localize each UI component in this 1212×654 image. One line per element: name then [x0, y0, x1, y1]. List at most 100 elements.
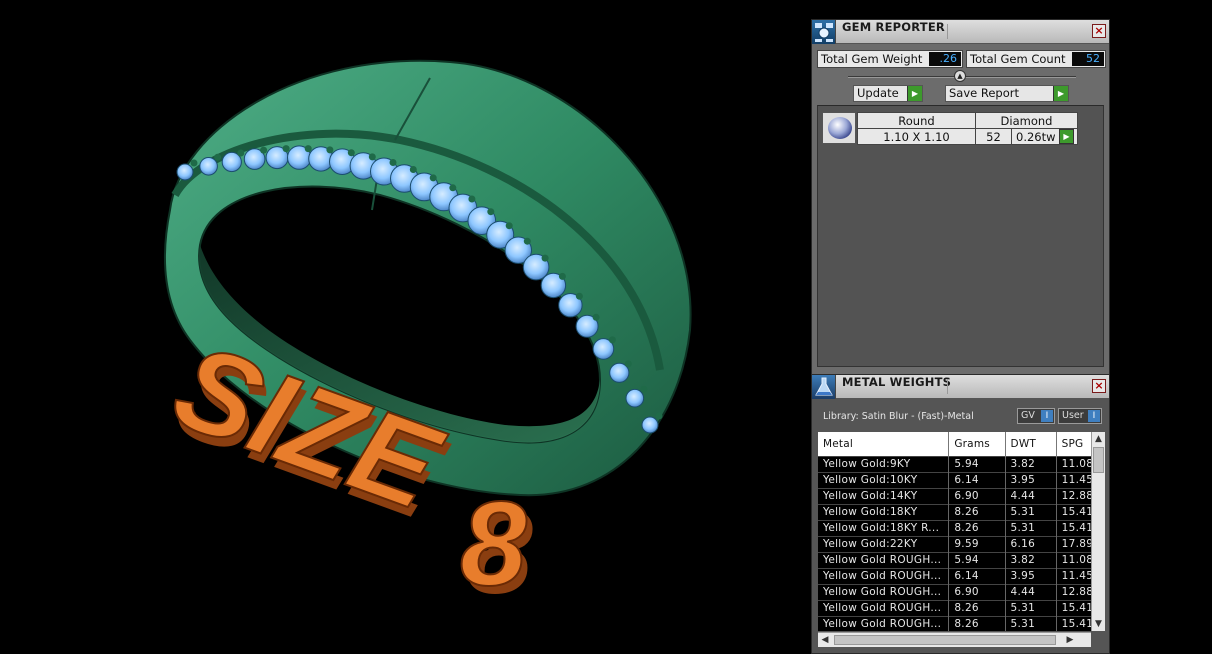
prong: [624, 360, 632, 368]
play-arrow-icon: ▶: [1053, 86, 1068, 101]
metal-weights-panel: METAL WEIGHTS × Library: Satin Blur - (F…: [811, 374, 1110, 654]
total-gem-weight-field: Total Gem Weight .26: [817, 50, 963, 68]
scroll-up-icon[interactable]: ▲: [1092, 432, 1105, 446]
round-diamond-icon: [828, 117, 852, 139]
table-cell-grams: 5.94: [948, 551, 1006, 568]
table-cell-grams: 6.90: [948, 487, 1006, 504]
gem-stone: [199, 157, 218, 176]
prong: [347, 149, 355, 157]
user-label: User: [1062, 410, 1084, 421]
prong: [282, 145, 290, 153]
prong: [326, 146, 334, 154]
gem-entry-table[interactable]: Round Diamond 1.10 X 1.10 52 0.26tw: [857, 112, 1078, 145]
table-row[interactable]: Yellow Gold ROUGH... 8.26 5.31 15.41: [818, 599, 1104, 616]
update-button-label: Update: [857, 86, 899, 100]
prong: [368, 153, 376, 161]
table-cell-grams: 5.94: [948, 455, 1006, 472]
scroll-left-icon[interactable]: ◀: [818, 633, 832, 647]
size-number: 8: [460, 477, 527, 611]
table-cell-metal: Yellow Gold:14KY: [818, 487, 950, 504]
table-cell-dwt: 3.95: [1005, 567, 1057, 584]
gv-label: GV: [1021, 410, 1035, 421]
table-cell-grams: 9.59: [948, 535, 1006, 552]
table-row[interactable]: Yellow Gold ROUGH... 6.14 3.95 11.45: [818, 567, 1104, 584]
metal-weights-titlebar[interactable]: METAL WEIGHTS ×: [812, 375, 1109, 399]
horizontal-scrollbar[interactable]: ◀ ▶: [818, 632, 1091, 647]
table-cell-grams: 8.26: [948, 599, 1006, 616]
table-row[interactable]: Yellow Gold ROUGH... 5.94 3.82 11.08: [818, 551, 1104, 568]
gem-stone: [176, 163, 194, 181]
scroll-right-icon[interactable]: ▶: [1063, 633, 1077, 647]
gem-size: 1.10 X 1.10: [857, 128, 976, 145]
gem-reporter-titlebar[interactable]: GEM REPORTER ×: [812, 20, 1109, 44]
table-cell-grams: 6.90: [948, 583, 1006, 600]
table-cell-dwt: 5.31: [1005, 615, 1057, 631]
gem-reporter-icon: [812, 20, 836, 44]
save-report-button-label: Save Report: [949, 86, 1020, 100]
prong: [558, 272, 566, 280]
table-row[interactable]: Yellow Gold ROUGH... 6.90 4.44 12.88: [818, 583, 1104, 600]
column-header-dwt[interactable]: DWT: [1005, 432, 1057, 456]
vertical-scrollbar[interactable]: ▲ ▼: [1091, 432, 1105, 631]
prong: [608, 336, 616, 344]
table-row[interactable]: Yellow Gold:14KY 6.90 4.44 12.88: [818, 487, 1104, 504]
table-row[interactable]: Yellow Gold:10KY 6.14 3.95 11.45: [818, 471, 1104, 488]
scroll-down-icon[interactable]: ▼: [1092, 617, 1105, 631]
table-row[interactable]: Yellow Gold:22KY 9.59 6.16 17.89: [818, 535, 1104, 552]
table-cell-metal: Yellow Gold ROUGH...: [818, 599, 950, 616]
table-cell-grams: 8.26: [948, 503, 1006, 520]
metal-weights-table[interactable]: Metal Grams DWT SPG Yellow Gold:9KY 5.94 3.82…: [818, 432, 1104, 631]
table-cell-metal: Yellow Gold:22KY: [818, 535, 950, 552]
gem-select-arrow-icon[interactable]: ▶: [1059, 129, 1074, 144]
table-cell-grams: 8.26: [948, 519, 1006, 536]
column-header-grams[interactable]: Grams: [948, 432, 1006, 456]
table-row[interactable]: Yellow Gold:18KY 8.26 5.31 15.41: [818, 503, 1104, 520]
gem-thumbnail[interactable]: [822, 112, 856, 144]
gem-shape: Round: [857, 112, 976, 129]
library-label: Library: Satin Blur - (Fast)-Metal: [823, 411, 974, 422]
update-button[interactable]: Update ▶: [853, 85, 923, 102]
prong: [214, 153, 222, 161]
splitter-handle-icon[interactable]: ▲: [954, 70, 966, 82]
table-cell-dwt: 5.31: [1005, 599, 1057, 616]
table-cell-metal: Yellow Gold:18KY R...: [818, 519, 950, 536]
gv-toggle[interactable]: GV I: [1017, 408, 1055, 424]
table-cell-metal: Yellow Gold:10KY: [818, 471, 950, 488]
titlebar-grip: [947, 24, 1087, 39]
table-cell-dwt: 3.82: [1005, 455, 1057, 472]
column-header-metal[interactable]: Metal: [818, 432, 950, 456]
metal-weights-title: METAL WEIGHTS: [842, 375, 952, 389]
save-report-button[interactable]: Save Report ▶: [945, 85, 1069, 102]
prong: [505, 222, 513, 230]
table-row[interactable]: Yellow Gold ROUGH... 8.26 5.31 15.41: [818, 615, 1104, 631]
total-gem-count-field: Total Gem Count 52: [966, 50, 1106, 68]
close-icon[interactable]: ×: [1092, 379, 1106, 393]
close-icon[interactable]: ×: [1092, 24, 1106, 38]
table-cell-dwt: 6.16: [1005, 535, 1057, 552]
total-gem-weight-value: .26: [929, 52, 961, 66]
titlebar-grip: [947, 379, 1087, 394]
prong: [468, 195, 476, 203]
scroll-thumb[interactable]: [834, 635, 1056, 645]
prong: [487, 208, 495, 216]
gem-reporter-title: GEM REPORTER: [842, 20, 945, 34]
prong: [575, 292, 583, 300]
prong: [409, 166, 417, 173]
table-cell-dwt: 4.44: [1005, 583, 1057, 600]
3d-viewport[interactable]: SIZE SIZE 8 8: [0, 0, 810, 654]
table-cell-metal: Yellow Gold:18KY: [818, 503, 950, 520]
table-header: Metal Grams DWT SPG: [818, 432, 1104, 456]
table-cell-grams: 8.26: [948, 615, 1006, 631]
gem-stone: [625, 388, 645, 408]
gem-stone: [641, 416, 659, 434]
prong: [389, 159, 397, 166]
scroll-thumb[interactable]: [1093, 447, 1104, 473]
table-row[interactable]: Yellow Gold:18KY R... 8.26 5.31 15.41: [818, 519, 1104, 536]
user-toggle[interactable]: User I: [1058, 408, 1102, 424]
table-row[interactable]: Yellow Gold:9KY 5.94 3.82 11.08: [818, 455, 1104, 472]
prong: [449, 184, 457, 192]
table-cell-dwt: 3.95: [1005, 471, 1057, 488]
total-gem-count-label: Total Gem Count: [970, 52, 1066, 66]
play-arrow-icon: ▶: [907, 86, 922, 101]
table-cell-grams: 6.14: [948, 567, 1006, 584]
